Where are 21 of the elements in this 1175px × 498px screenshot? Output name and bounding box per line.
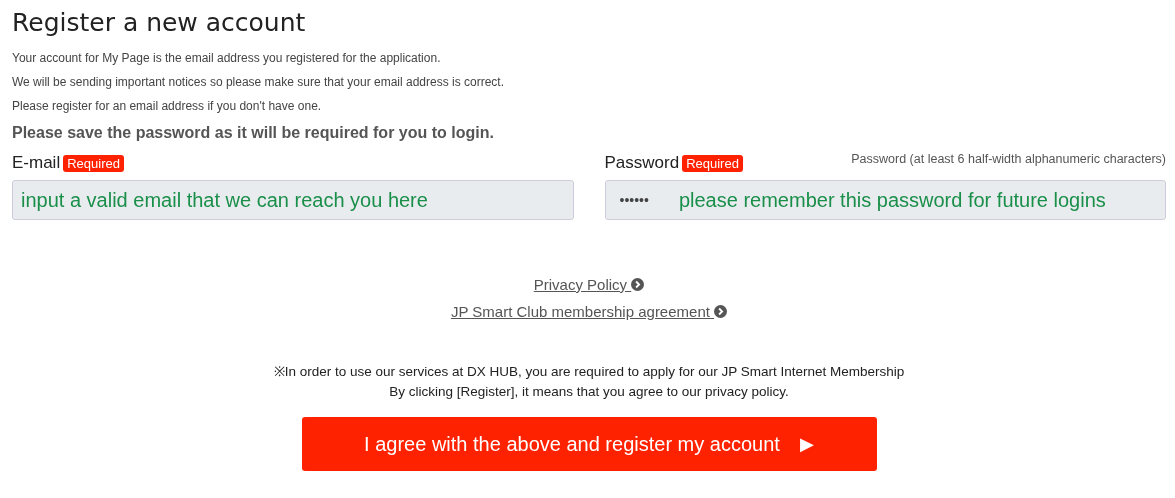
terms-text: ※In order to use our services at DX HUB, you are required to apply for our JP Smart Internet Membership bbox=[272, 363, 906, 381]
field-label: E-mail bbox=[12, 153, 61, 173]
page-title: Register a new account bbox=[12, 7, 307, 39]
field-annotation: please remember this password for future logins bbox=[678, 188, 1106, 212]
password-field[interactable]: •••••• please remember this password for future logins bbox=[604, 180, 1166, 220]
email-field[interactable]: input a valid email that we can reach you here bbox=[12, 180, 574, 220]
required-badge: Required bbox=[63, 154, 124, 172]
intro-text: Please register for an email address if you don't have one. bbox=[12, 98, 323, 115]
policy-link[interactable]: JP Smart Club membership agreement bbox=[450, 303, 728, 320]
field-label: Password bbox=[604, 153, 680, 173]
notice-text: Please save the password as it will be required for you to login. bbox=[12, 123, 495, 143]
policy-link[interactable]: Privacy Policy bbox=[533, 276, 645, 293]
required-badge: Required bbox=[682, 154, 743, 172]
field-hint: Password (at least 6 half-width alphanumeric characters) bbox=[851, 152, 1166, 166]
register-button[interactable]: I agree with the above and register my account ▶ bbox=[301, 417, 877, 471]
intro-text: Your account for My Page is the email address you registered for the application. bbox=[12, 50, 442, 67]
chevron-circle-icon bbox=[631, 278, 645, 291]
terms-text: By clicking [Register], it means that you agree to our privacy policy. bbox=[388, 383, 790, 401]
intro-text: We will be sending important notices so please make sure that your email address is correct. bbox=[12, 74, 505, 91]
chevron-circle-icon bbox=[714, 305, 728, 318]
masked-value: •••••• bbox=[619, 192, 649, 208]
